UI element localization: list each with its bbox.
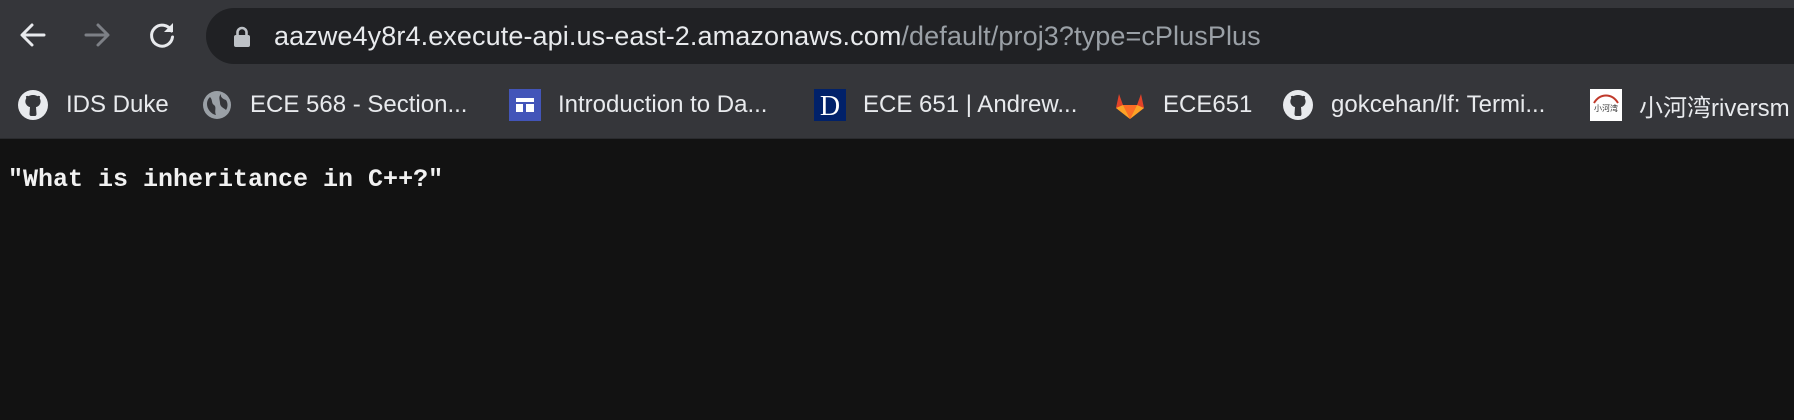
arrow-left-icon [18,20,48,50]
gitlab-icon [1113,88,1147,122]
forward-button[interactable] [75,13,119,57]
bookmark-ece-568[interactable]: ECE 568 - Section... [200,72,467,138]
bookmark-label: IDS Duke [66,91,169,118]
bookmark-ece-651-andrew[interactable]: D ECE 651 | Andrew... [813,72,1077,138]
url-path: /default/proj3?type=cPlusPlus [901,21,1261,51]
bookmark-gokcehan-lf[interactable]: gokcehan/lf: Termi... [1281,72,1545,138]
duke-d-icon: D [813,88,847,122]
bookmark-ids-duke[interactable]: IDS Duke [16,72,169,138]
browser-toolbar: aazwe4y8r4.execute-api.us-east-2.amazona… [0,0,1794,72]
page-content: "What is inheritance in C++?" [0,139,1794,420]
lock-icon[interactable] [233,26,251,53]
url-text[interactable]: aazwe4y8r4.execute-api.us-east-2.amazona… [274,8,1261,64]
response-text: "What is inheritance in C++?" [8,165,444,194]
browser-window: aazwe4y8r4.execute-api.us-east-2.amazona… [0,0,1794,420]
reload-button[interactable] [140,13,184,57]
bookmark-label: ECE651 [1163,91,1253,118]
address-bar[interactable]: aazwe4y8r4.execute-api.us-east-2.amazona… [206,8,1794,64]
riverbay-logo-icon: 小河湾 [1589,88,1623,122]
riverbay-logo-text: 小河湾 [1594,103,1618,113]
back-button[interactable] [11,13,55,57]
bookmark-ece651[interactable]: ECE651 [1113,72,1252,138]
bookmarks-bar: IDS Duke ECE 568 - Section... Introducti… [0,72,1794,139]
bookmark-label: ECE 651 | Andrew... [863,91,1078,118]
bookmark-intro-data[interactable]: Introduction to Da... [508,72,767,138]
arrow-right-icon [82,20,112,50]
bookmark-label: 小河湾riversm [1639,94,1790,122]
github-icon [16,88,50,122]
bookmark-riversm[interactable]: 小河湾 小河湾riversm [1589,72,1790,138]
bookmark-label: ECE 568 - Section... [250,91,468,118]
layout-icon [508,88,542,122]
url-host: aazwe4y8r4.execute-api.us-east-2.amazona… [274,21,902,51]
reload-icon [147,20,177,50]
bookmark-label: Introduction to Da... [558,91,768,118]
bookmark-label: gokcehan/lf: Termi... [1331,91,1546,118]
globe-icon [200,88,234,122]
github-icon [1281,88,1315,122]
duke-d-letter: D [820,91,840,121]
